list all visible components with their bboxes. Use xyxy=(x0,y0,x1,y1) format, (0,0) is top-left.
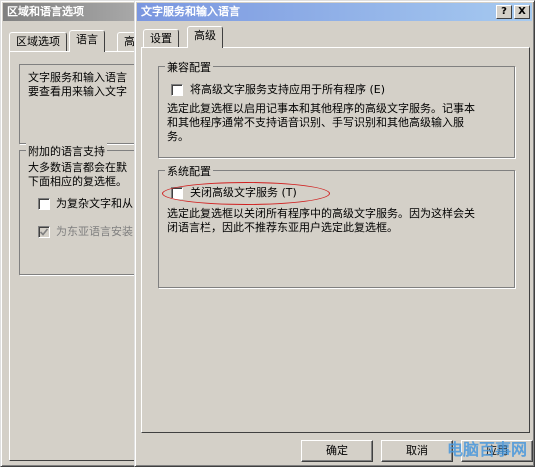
advanced-tab-panel: 兼容配置 将高级文字服务支持应用于所有程序 (E) 选定此复选框以启用记事本和其… xyxy=(141,47,530,433)
apply-all-programs-checkbox[interactable] xyxy=(171,84,183,96)
complex-script-checkbox[interactable] xyxy=(38,198,50,210)
supplemental-desc-line1: 大多数语言都会在默 xyxy=(28,161,127,174)
compat-desc-line2: 和其他程序通常不支持语音识别、手写识别和其他高级输入服 xyxy=(167,116,464,129)
text-services-titlebar[interactable]: 文字服务和输入语言 ? X xyxy=(137,3,532,21)
supplemental-desc-line2: 下面相应的复选框。 xyxy=(28,175,127,188)
ok-button[interactable]: 确定 xyxy=(301,440,373,462)
compat-desc-line3: 务。 xyxy=(167,130,189,143)
turn-off-advanced-checkbox[interactable] xyxy=(171,187,183,199)
supplemental-language-label: 附加的语言支持 xyxy=(26,143,107,159)
close-icon: X xyxy=(518,6,526,17)
cancel-button[interactable]: 取消 xyxy=(381,440,453,462)
east-asian-checkbox xyxy=(38,226,50,238)
help-button[interactable]: ? xyxy=(496,5,512,19)
text-services-desc-line2: 要查看用来输入文字 xyxy=(28,85,127,98)
regional-options-title: 区域和语言选项 xyxy=(7,5,84,18)
text-services-title: 文字服务和输入语言 xyxy=(141,5,240,18)
complex-script-label: 为复杂文字和从 xyxy=(56,197,133,210)
system-config-group: 系统配置 关闭高级文字服务 (T) 选定此复选框以关闭所有程序中的高级文字服务。… xyxy=(158,163,515,288)
system-config-label: 系统配置 xyxy=(165,163,213,179)
tab-advanced[interactable]: 高级 xyxy=(187,26,223,48)
compatibility-group: 兼容配置 将高级文字服务支持应用于所有程序 (E) 选定此复选框以启用记事本和其… xyxy=(158,59,515,158)
tab-regional-options[interactable]: 区域选项 xyxy=(9,32,67,52)
watermark-logo: 电脑百事网 xyxy=(446,440,527,459)
checkmark-icon xyxy=(39,228,49,236)
compatibility-label: 兼容配置 xyxy=(165,59,213,75)
help-icon: ? xyxy=(501,6,507,17)
compat-desc-line1: 选定此复选框以启用记事本和其他程序的高级文字服务。记事本 xyxy=(167,102,475,115)
system-desc-line1: 选定此复选框以关闭所有程序中的高级文字服务。因为这样会关 xyxy=(167,207,475,220)
text-services-desc-line1: 文字服务和输入语言 xyxy=(28,71,127,84)
tab-languages[interactable]: 语言 xyxy=(69,30,105,52)
close-button[interactable]: X xyxy=(514,5,530,19)
east-asian-label: 为东亚语言安装 xyxy=(56,225,133,238)
tab-settings[interactable]: 设置 xyxy=(143,29,179,49)
apply-all-programs-label: 将高级文字服务支持应用于所有程序 (E) xyxy=(190,83,386,96)
system-desc-line2: 闭语言栏，因此不推荐东亚用户选定此复选框。 xyxy=(167,221,398,234)
turn-off-advanced-label: 关闭高级文字服务 (T) xyxy=(190,186,297,199)
text-services-window: 文字服务和输入语言 ? X 设置 高级 兼容配置 将高级文字服务支持应用于所有程… xyxy=(134,0,535,467)
